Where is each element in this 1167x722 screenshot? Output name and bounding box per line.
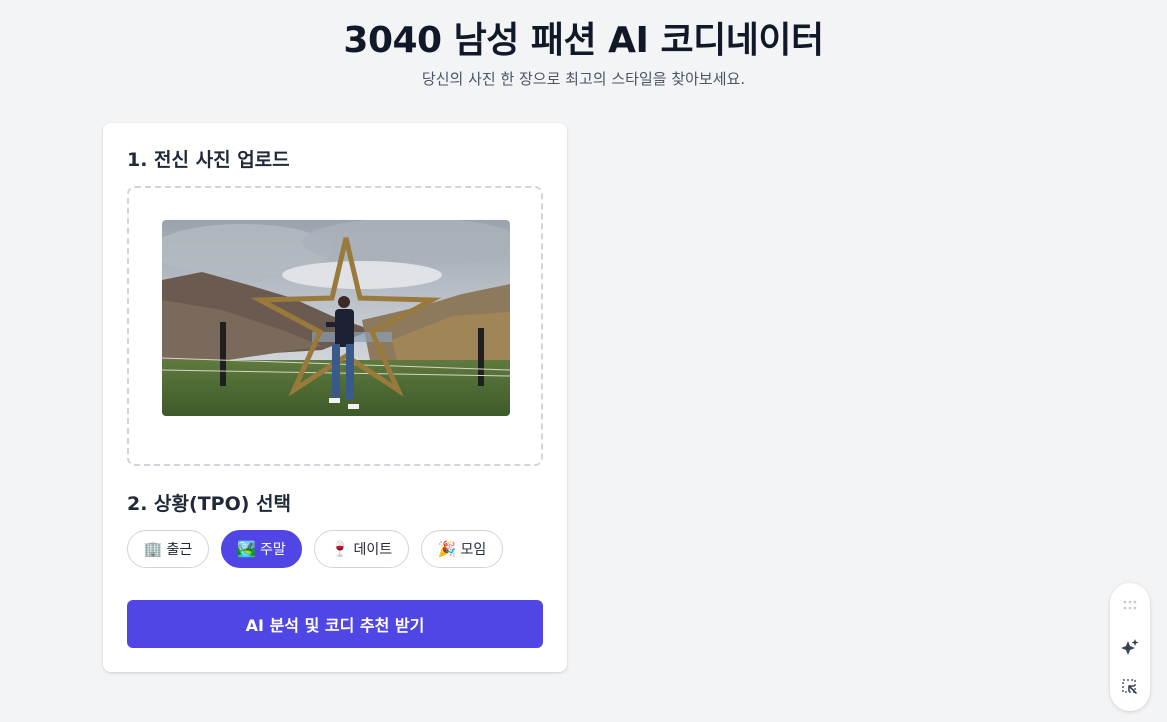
- photo-upload-dropzone[interactable]: [127, 186, 543, 466]
- tpo-option-weekend[interactable]: 🏞️ 주말: [221, 530, 302, 568]
- page-subtitle: 당신의 사진 한 장으로 최고의 스타일을 찾아보세요.: [421, 70, 746, 88]
- tpo-option-label: 출근: [166, 542, 193, 558]
- tpo-option-commute[interactable]: 🏢 출근: [127, 530, 209, 568]
- landscape-icon: 🏞️: [237, 539, 256, 558]
- select-element-icon[interactable]: [1110, 667, 1150, 707]
- uploaded-photo-preview: [162, 220, 510, 416]
- party-popper-icon: 🎉: [437, 539, 457, 558]
- page-title: 3040 남성 패션 AI 코디네이터: [343, 20, 824, 61]
- sparkle-icon[interactable]: [1110, 627, 1150, 667]
- form-card: 1. 전신 사진 업로드 2. 상황(TPO) 선택 🏢 출근 🏞️ 주말 🍷 …: [103, 123, 567, 672]
- tpo-option-label: 주말: [259, 542, 286, 558]
- floating-toolbar: [1110, 583, 1150, 711]
- ai-analyze-button[interactable]: AI 분석 및 코디 추천 받기: [127, 600, 543, 648]
- tpo-option-label: 모임: [460, 542, 487, 558]
- wine-glass-icon: 🍷: [330, 539, 350, 558]
- tpo-section-title: 2. 상황(TPO) 선택: [127, 493, 291, 515]
- page-header: 3040 남성 패션 AI 코디네이터 당신의 사진 한 장으로 최고의 스타일…: [0, 16, 1167, 90]
- upload-section-title: 1. 전신 사진 업로드: [127, 149, 290, 171]
- tpo-option-date[interactable]: 🍷 데이트: [314, 530, 409, 568]
- office-building-icon: 🏢: [143, 539, 163, 558]
- drag-handle-icon[interactable]: [1110, 583, 1150, 627]
- tpo-option-gathering[interactable]: 🎉 모임: [421, 530, 503, 568]
- tpo-option-label: 데이트: [353, 542, 393, 558]
- page: 3040 남성 패션 AI 코디네이터 당신의 사진 한 장으로 최고의 스타일…: [0, 0, 1167, 722]
